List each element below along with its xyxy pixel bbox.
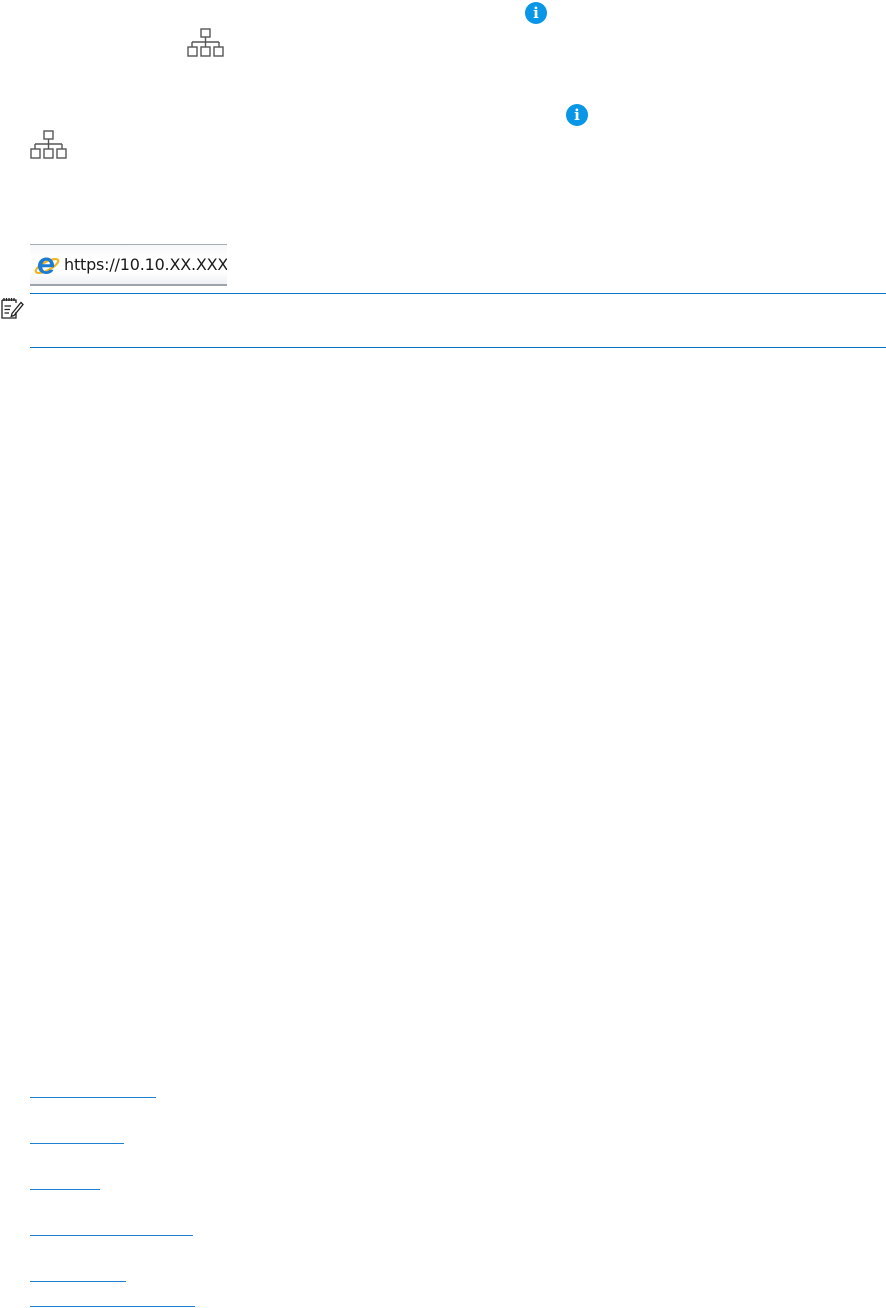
network-icon [30, 130, 68, 160]
related-link[interactable] [30, 1143, 124, 1144]
note-top-rule [30, 293, 886, 294]
related-link[interactable] [30, 1189, 100, 1190]
related-link[interactable] [30, 1281, 126, 1282]
related-link[interactable] [30, 1306, 195, 1307]
network-icon [187, 28, 225, 58]
note-bottom-rule [30, 347, 886, 348]
related-link[interactable] [30, 1235, 193, 1236]
info-icon: i [566, 104, 588, 126]
address-url-text: https://10.10.XX.XXX/ [64, 255, 227, 274]
browser-address-bar[interactable]: https://10.10.XX.XXX/ [30, 244, 227, 286]
info-icon: i [525, 2, 547, 24]
note-icon [0, 296, 24, 320]
internet-explorer-icon [33, 253, 60, 278]
related-link[interactable] [30, 1097, 156, 1098]
